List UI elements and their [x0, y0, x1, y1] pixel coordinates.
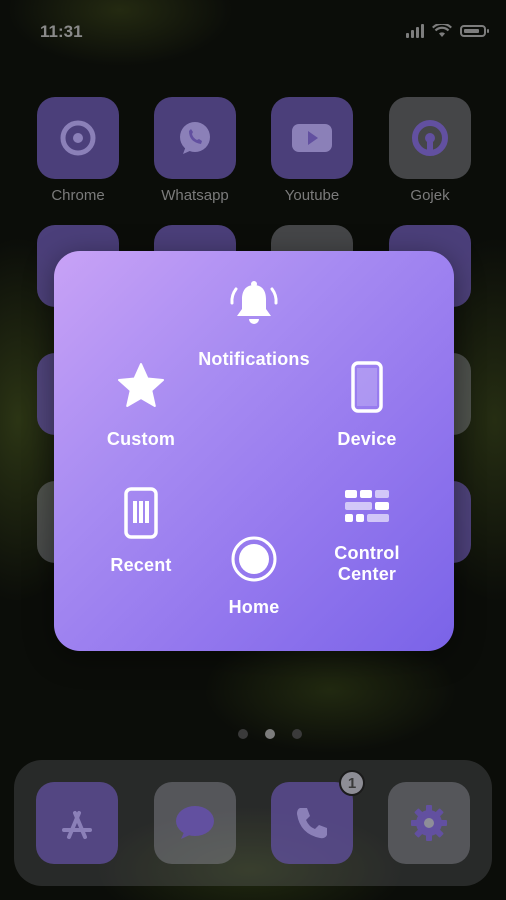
- phone-device-icon: [351, 361, 383, 413]
- custom-label: Custom: [106, 429, 176, 449]
- app-label: Whatsapp: [161, 187, 229, 204]
- menu-device[interactable]: Device: [312, 361, 422, 450]
- dock: 1: [14, 760, 492, 886]
- menu-custom[interactable]: Custom: [86, 361, 196, 450]
- home-button-icon: [231, 536, 277, 582]
- app-label: Gojek: [410, 187, 450, 204]
- menu-recent[interactable]: Recent: [86, 487, 196, 576]
- app-chrome[interactable]: Chrome: [37, 97, 119, 204]
- notifications-label: Notifications: [198, 349, 310, 369]
- status-bar: 11:31: [0, 0, 506, 64]
- page-dot: [292, 729, 302, 739]
- wifi-icon: [432, 24, 452, 37]
- status-time: 11:31: [40, 22, 83, 41]
- status-indicators: [406, 24, 489, 38]
- star-icon: [118, 363, 164, 407]
- notification-badge: 1: [339, 770, 365, 796]
- app-store-icon[interactable]: [36, 782, 118, 864]
- menu-notifications[interactable]: Notifications: [184, 279, 324, 370]
- youtube-icon: [271, 97, 353, 179]
- menu-home[interactable]: Home: [199, 535, 309, 618]
- menu-control-center[interactable]: Control Center: [312, 487, 422, 585]
- page-dot: [238, 729, 248, 739]
- assistive-touch-menu: Notifications Custom Device Recent Home: [54, 251, 454, 651]
- messages-icon[interactable]: [154, 782, 236, 864]
- page-indicator[interactable]: [238, 729, 302, 739]
- recent-apps-icon: [124, 487, 158, 539]
- whatsapp-icon: [154, 97, 236, 179]
- app-label: Youtube: [284, 187, 340, 204]
- device-label: Device: [337, 429, 397, 449]
- gear-icon[interactable]: [388, 782, 470, 864]
- app-gojek[interactable]: Gojek: [389, 97, 471, 204]
- gojek-icon: [389, 97, 471, 179]
- phone-icon[interactable]: 1: [271, 770, 365, 864]
- app-label: Chrome: [51, 187, 105, 204]
- control-center-label: Control Center: [334, 543, 400, 584]
- battery-icon: [460, 25, 489, 37]
- bell-icon: [230, 281, 278, 324]
- control-center-icon: [345, 490, 389, 522]
- home-label: Home: [228, 597, 280, 617]
- chrome-icon: [37, 97, 119, 179]
- app-whatsapp[interactable]: Whatsapp: [154, 97, 236, 204]
- page-dot-active: [265, 729, 275, 739]
- recent-label: Recent: [110, 555, 172, 575]
- signal-icon: [406, 24, 424, 38]
- app-youtube[interactable]: Youtube: [271, 97, 353, 204]
